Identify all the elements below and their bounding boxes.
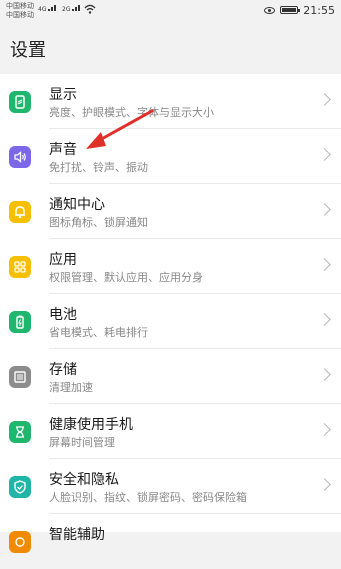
status-bar: 中国移动 中国移动 4G 2G 21:55 bbox=[0, 0, 341, 22]
settings-list: 显示 亮度、护眼模式、字体与显示大小 声音 免打扰、铃声、振动 通知中心 图标角… bbox=[0, 74, 341, 553]
chevron-right-icon bbox=[318, 258, 331, 271]
chevron-right-icon bbox=[318, 368, 331, 381]
chevron-right-icon bbox=[318, 148, 331, 161]
display-icon bbox=[9, 91, 31, 113]
settings-item-battery[interactable]: 电池 省电模式、耗电排行 bbox=[0, 294, 341, 349]
item-label: 声音 bbox=[49, 142, 77, 158]
sound-icon bbox=[9, 146, 31, 168]
item-label: 安全和隐私 bbox=[49, 472, 119, 488]
page-title: 设置 bbox=[10, 40, 46, 61]
settings-item-smart-assistance[interactable]: 智能辅助 bbox=[0, 514, 341, 569]
item-label: 健康使用手机 bbox=[49, 417, 133, 433]
item-label: 应用 bbox=[49, 252, 77, 268]
signal-1-icon: 4G bbox=[38, 3, 58, 13]
settings-item-display[interactable]: 显示 亮度、护眼模式、字体与显示大小 bbox=[0, 74, 341, 129]
settings-item-apps[interactable]: 应用 权限管理、默认应用、应用分身 bbox=[0, 239, 341, 294]
item-subtitle: 省电模式、耗电排行 bbox=[49, 326, 148, 339]
wifi-icon bbox=[84, 4, 96, 14]
bell-icon bbox=[9, 201, 31, 223]
chevron-right-icon bbox=[318, 203, 331, 216]
clock: 21:55 bbox=[303, 3, 335, 17]
item-subtitle: 人脸识别、指纹、锁屏密码、密码保险箱 bbox=[49, 491, 247, 504]
chevron-right-icon bbox=[318, 313, 331, 326]
item-subtitle: 权限管理、默认应用、应用分身 bbox=[49, 271, 203, 284]
item-label: 智能辅助 bbox=[49, 527, 105, 543]
item-label: 电池 bbox=[49, 307, 77, 323]
settings-item-digital-balance[interactable]: 健康使用手机 屏幕时间管理 bbox=[0, 404, 341, 459]
battery-icon bbox=[9, 311, 31, 333]
chevron-right-icon bbox=[318, 478, 331, 491]
signal-2-icon: 2G bbox=[62, 3, 82, 13]
carrier-2: 中国移动 bbox=[6, 11, 34, 19]
eye-comfort-icon bbox=[264, 6, 276, 14]
settings-item-storage[interactable]: 存储 清理加速 bbox=[0, 349, 341, 404]
carrier-1: 中国移动 bbox=[6, 2, 34, 10]
battery-icon bbox=[280, 6, 301, 14]
item-subtitle: 亮度、护眼模式、字体与显示大小 bbox=[49, 106, 214, 119]
storage-icon bbox=[9, 366, 31, 388]
apps-icon bbox=[9, 256, 31, 278]
chevron-right-icon bbox=[318, 423, 331, 436]
settings-item-security[interactable]: 安全和隐私 人脸识别、指纹、锁屏密码、密码保险箱 bbox=[0, 459, 341, 514]
shield-icon bbox=[9, 476, 31, 498]
item-label: 通知中心 bbox=[49, 197, 105, 213]
hourglass-icon bbox=[9, 421, 31, 443]
settings-item-sound[interactable]: 声音 免打扰、铃声、振动 bbox=[0, 129, 341, 184]
assist-icon bbox=[9, 531, 31, 553]
item-subtitle: 屏幕时间管理 bbox=[49, 436, 115, 449]
chevron-right-icon bbox=[318, 93, 331, 106]
status-right: 21:55 bbox=[264, 3, 335, 17]
settings-item-notifications[interactable]: 通知中心 图标角标、锁屏通知 bbox=[0, 184, 341, 239]
item-subtitle: 清理加速 bbox=[49, 381, 93, 394]
item-subtitle: 图标角标、锁屏通知 bbox=[49, 216, 148, 229]
item-subtitle: 免打扰、铃声、振动 bbox=[49, 161, 148, 174]
item-label: 显示 bbox=[49, 87, 77, 103]
item-label: 存储 bbox=[49, 362, 77, 378]
